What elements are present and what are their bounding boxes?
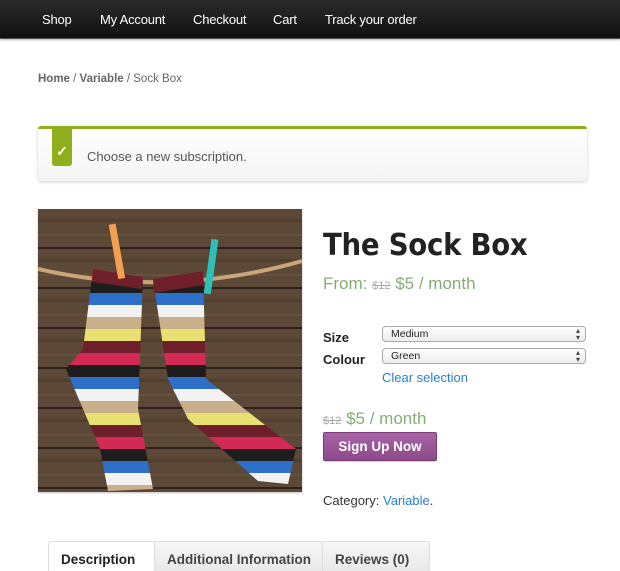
success-notice: ✓ Choose a new subscription. (38, 126, 587, 181)
nav-item-my-account[interactable]: My Account (100, 12, 165, 27)
old-price: $12 (372, 280, 391, 292)
select-arrows-icon: ▴ ▾ (575, 348, 580, 364)
breadcrumb-separator: / (69, 73, 80, 85)
clear-selection-link[interactable]: Clear selection (382, 370, 468, 385)
tab-description[interactable]: Description (48, 541, 155, 571)
nav-item-checkout[interactable]: Checkout (193, 12, 247, 27)
product-category: Category: Variable. (323, 493, 433, 508)
breadcrumb-category[interactable]: Variable (80, 73, 124, 85)
socks-photo (38, 209, 302, 492)
size-select-value: Medium (391, 328, 429, 340)
size-select[interactable]: Medium ▴ ▾ (382, 326, 586, 342)
nav-item-cart[interactable]: Cart (273, 12, 297, 27)
sign-up-button[interactable]: Sign Up Now (323, 432, 437, 461)
product-title: The Sock Box (323, 228, 528, 263)
variation-price: $12 $5 / month (323, 409, 426, 429)
top-navigation-bar: Shop My Account Checkout Cart Track your… (0, 0, 620, 39)
variation-current-price: $5 / month (346, 409, 427, 428)
size-label: Size (323, 330, 350, 345)
price-from-label: From: (323, 274, 368, 293)
nav-item-shop[interactable]: Shop (42, 12, 72, 27)
colour-label: Colour (323, 352, 365, 367)
tab-reviews[interactable]: Reviews (0) (322, 541, 430, 571)
breadcrumb-separator: / (123, 73, 134, 85)
notice-message: Choose a new subscription. (87, 149, 247, 164)
nav-item-track-order[interactable]: Track your order (325, 12, 417, 27)
breadcrumb: Home / Variable / Sock Box (38, 73, 182, 85)
category-link[interactable]: Variable (383, 493, 430, 508)
tab-additional-information[interactable]: Additional Information (154, 541, 323, 571)
checkmark-icon: ✓ (52, 126, 72, 166)
price-range: From: $12 $5 / month (323, 274, 476, 294)
variation-old-price: $12 (323, 415, 342, 427)
product-image[interactable] (38, 209, 302, 492)
category-suffix: . (429, 493, 434, 508)
current-price: $5 / month (395, 274, 476, 293)
breadcrumb-home[interactable]: Home (38, 73, 70, 85)
breadcrumb-current: Sock Box (133, 73, 182, 85)
category-label: Category: (323, 493, 380, 508)
colour-select[interactable]: Green ▴ ▾ (382, 348, 586, 364)
colour-select-value: Green (391, 350, 421, 362)
select-arrows-icon: ▴ ▾ (575, 326, 580, 342)
